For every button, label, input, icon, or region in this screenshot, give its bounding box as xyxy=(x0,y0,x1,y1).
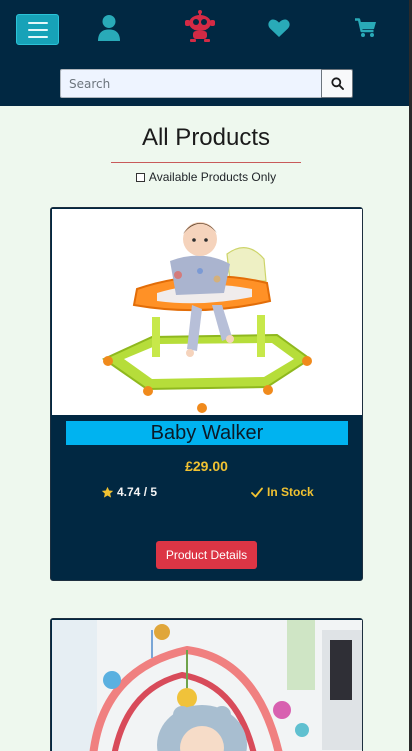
user-icon[interactable] xyxy=(97,14,121,46)
product-rating: 4.74 / 5 xyxy=(101,485,157,499)
navbar xyxy=(0,0,412,106)
star-icon xyxy=(101,486,114,498)
stock-label: In Stock xyxy=(267,485,314,499)
search-bar xyxy=(60,69,353,98)
title-underline xyxy=(111,162,301,163)
product-card: Baby Walker £29.00 4.74 / 5 In Stock Pro… xyxy=(50,207,363,581)
page-title: All Products xyxy=(141,124,271,151)
product-price: £29.00 xyxy=(185,458,228,474)
product-name[interactable]: Baby Walker xyxy=(66,421,348,445)
rating-value: 4.74 / 5 xyxy=(117,485,158,499)
product-card xyxy=(50,618,363,751)
available-filter[interactable]: Available Products Only xyxy=(0,170,412,184)
cart-icon[interactable] xyxy=(355,18,377,42)
robot-logo[interactable] xyxy=(183,10,217,46)
heart-icon[interactable] xyxy=(268,19,290,42)
menu-toggle-button[interactable] xyxy=(16,14,59,45)
product-details-button[interactable]: Product Details xyxy=(156,541,257,569)
search-icon xyxy=(330,77,344,90)
product-image[interactable] xyxy=(52,209,362,415)
checkmark-icon xyxy=(251,487,263,497)
available-checkbox[interactable] xyxy=(135,172,145,182)
search-input[interactable] xyxy=(60,69,321,98)
hamburger-icon xyxy=(27,21,48,24)
product-image[interactable] xyxy=(52,620,362,751)
search-button[interactable] xyxy=(321,69,353,98)
available-filter-label: Available Products Only xyxy=(148,170,277,184)
stock-status: In Stock xyxy=(251,485,314,499)
